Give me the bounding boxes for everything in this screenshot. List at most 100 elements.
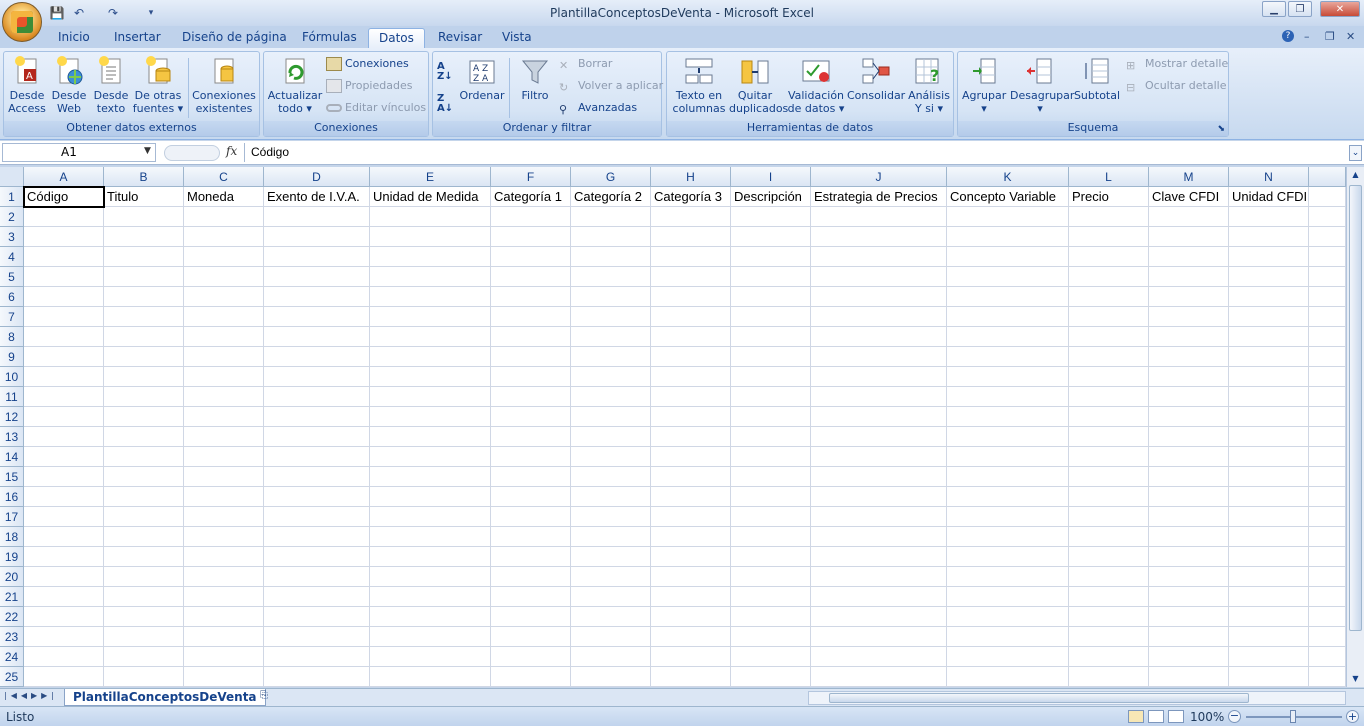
cell-i11[interactable] <box>731 387 811 407</box>
cell-filler[interactable] <box>1309 607 1346 627</box>
cell-k10[interactable] <box>947 367 1069 387</box>
properties-button[interactable]: Propiedades <box>326 77 412 95</box>
cell-n17[interactable] <box>1229 507 1309 527</box>
cell-j22[interactable] <box>811 607 947 627</box>
cell-j10[interactable] <box>811 367 947 387</box>
cell-h22[interactable] <box>651 607 731 627</box>
edit-links-button[interactable]: Editar vínculos <box>326 99 426 117</box>
sheet-tab-plantilla[interactable]: PlantillaConceptosDeVenta <box>64 689 266 706</box>
customize-qat-icon[interactable]: ▾ <box>142 4 160 22</box>
row-header-18[interactable]: 18 <box>0 527 24 547</box>
cell-l5[interactable] <box>1069 267 1149 287</box>
cell-n13[interactable] <box>1229 427 1309 447</box>
cell-g15[interactable] <box>571 467 651 487</box>
cell-d17[interactable] <box>264 507 370 527</box>
cell-a2[interactable] <box>24 207 104 227</box>
cell-a22[interactable] <box>24 607 104 627</box>
save-icon[interactable]: 💾 <box>48 4 66 22</box>
cell-m14[interactable] <box>1149 447 1229 467</box>
cell-l8[interactable] <box>1069 327 1149 347</box>
cell-f4[interactable] <box>491 247 571 267</box>
cell-filler[interactable] <box>1309 587 1346 607</box>
cell-g6[interactable] <box>571 287 651 307</box>
cell-h5[interactable] <box>651 267 731 287</box>
cell-c1[interactable]: Moneda <box>184 187 264 207</box>
cell-a13[interactable] <box>24 427 104 447</box>
cell-d11[interactable] <box>264 387 370 407</box>
cell-m18[interactable] <box>1149 527 1229 547</box>
column-header-d[interactable]: D <box>264 167 370 187</box>
cell-e25[interactable] <box>370 667 491 687</box>
cell-filler[interactable] <box>1309 647 1346 667</box>
scroll-up-icon[interactable]: ▲ <box>1348 167 1363 183</box>
cell-e8[interactable] <box>370 327 491 347</box>
cell-m1[interactable]: Clave CFDI <box>1149 187 1229 207</box>
dialog-launcher-icon[interactable]: ⬊ <box>1217 124 1225 134</box>
column-header-l[interactable]: L <box>1069 167 1149 187</box>
row-header-24[interactable]: 24 <box>0 647 24 667</box>
cell-e24[interactable] <box>370 647 491 667</box>
cell-j3[interactable] <box>811 227 947 247</box>
cell-k19[interactable] <box>947 547 1069 567</box>
cell-i10[interactable] <box>731 367 811 387</box>
row-header-2[interactable]: 2 <box>0 207 24 227</box>
clear-filter-button[interactable]: ✕ Borrar <box>559 55 612 73</box>
cell-e23[interactable] <box>370 627 491 647</box>
help-icon[interactable]: ? <box>1282 30 1294 42</box>
cell-e22[interactable] <box>370 607 491 627</box>
cell-j14[interactable] <box>811 447 947 467</box>
cell-m15[interactable] <box>1149 467 1229 487</box>
close-window-button[interactable]: ✕ <box>1320 1 1360 17</box>
tab-diseno-pagina[interactable]: Diseño de página <box>172 28 297 48</box>
row-header-6[interactable]: 6 <box>0 287 24 307</box>
cell-l10[interactable] <box>1069 367 1149 387</box>
column-header-e[interactable]: E <box>370 167 491 187</box>
cell-g24[interactable] <box>571 647 651 667</box>
cell-f13[interactable] <box>491 427 571 447</box>
cell-m11[interactable] <box>1149 387 1229 407</box>
cell-h24[interactable] <box>651 647 731 667</box>
cell-n14[interactable] <box>1229 447 1309 467</box>
cell-filler[interactable] <box>1309 407 1346 427</box>
cell-h17[interactable] <box>651 507 731 527</box>
cell-f12[interactable] <box>491 407 571 427</box>
column-header-c[interactable]: C <box>184 167 264 187</box>
cell-c20[interactable] <box>184 567 264 587</box>
cell-n5[interactable] <box>1229 267 1309 287</box>
from-text-button[interactable]: Desde texto <box>92 55 130 115</box>
cell-c14[interactable] <box>184 447 264 467</box>
cell-c6[interactable] <box>184 287 264 307</box>
row-header-22[interactable]: 22 <box>0 607 24 627</box>
cell-l25[interactable] <box>1069 667 1149 687</box>
name-box-dropdown-icon[interactable]: ▼ <box>144 146 151 156</box>
cell-i20[interactable] <box>731 567 811 587</box>
cell-n2[interactable] <box>1229 207 1309 227</box>
cell-c9[interactable] <box>184 347 264 367</box>
cell-f7[interactable] <box>491 307 571 327</box>
cell-c16[interactable] <box>184 487 264 507</box>
cell-j7[interactable] <box>811 307 947 327</box>
cell-b12[interactable] <box>104 407 184 427</box>
cell-j18[interactable] <box>811 527 947 547</box>
cell-n11[interactable] <box>1229 387 1309 407</box>
cell-a5[interactable] <box>24 267 104 287</box>
cell-filler[interactable] <box>1309 267 1346 287</box>
cell-k5[interactable] <box>947 267 1069 287</box>
cell-b22[interactable] <box>104 607 184 627</box>
undo-icon[interactable]: ↶ <box>70 4 88 22</box>
cell-l11[interactable] <box>1069 387 1149 407</box>
column-header-g[interactable]: G <box>571 167 651 187</box>
cell-m23[interactable] <box>1149 627 1229 647</box>
cell-l7[interactable] <box>1069 307 1149 327</box>
cell-b17[interactable] <box>104 507 184 527</box>
cell-i18[interactable] <box>731 527 811 547</box>
cell-k13[interactable] <box>947 427 1069 447</box>
data-validation-button[interactable]: Validación de datos ▾ <box>785 55 847 115</box>
cell-e7[interactable] <box>370 307 491 327</box>
cell-filler[interactable] <box>1309 567 1346 587</box>
cell-g2[interactable] <box>571 207 651 227</box>
cell-i19[interactable] <box>731 547 811 567</box>
cell-l13[interactable] <box>1069 427 1149 447</box>
column-header-a[interactable]: A <box>24 167 104 187</box>
cell-d12[interactable] <box>264 407 370 427</box>
